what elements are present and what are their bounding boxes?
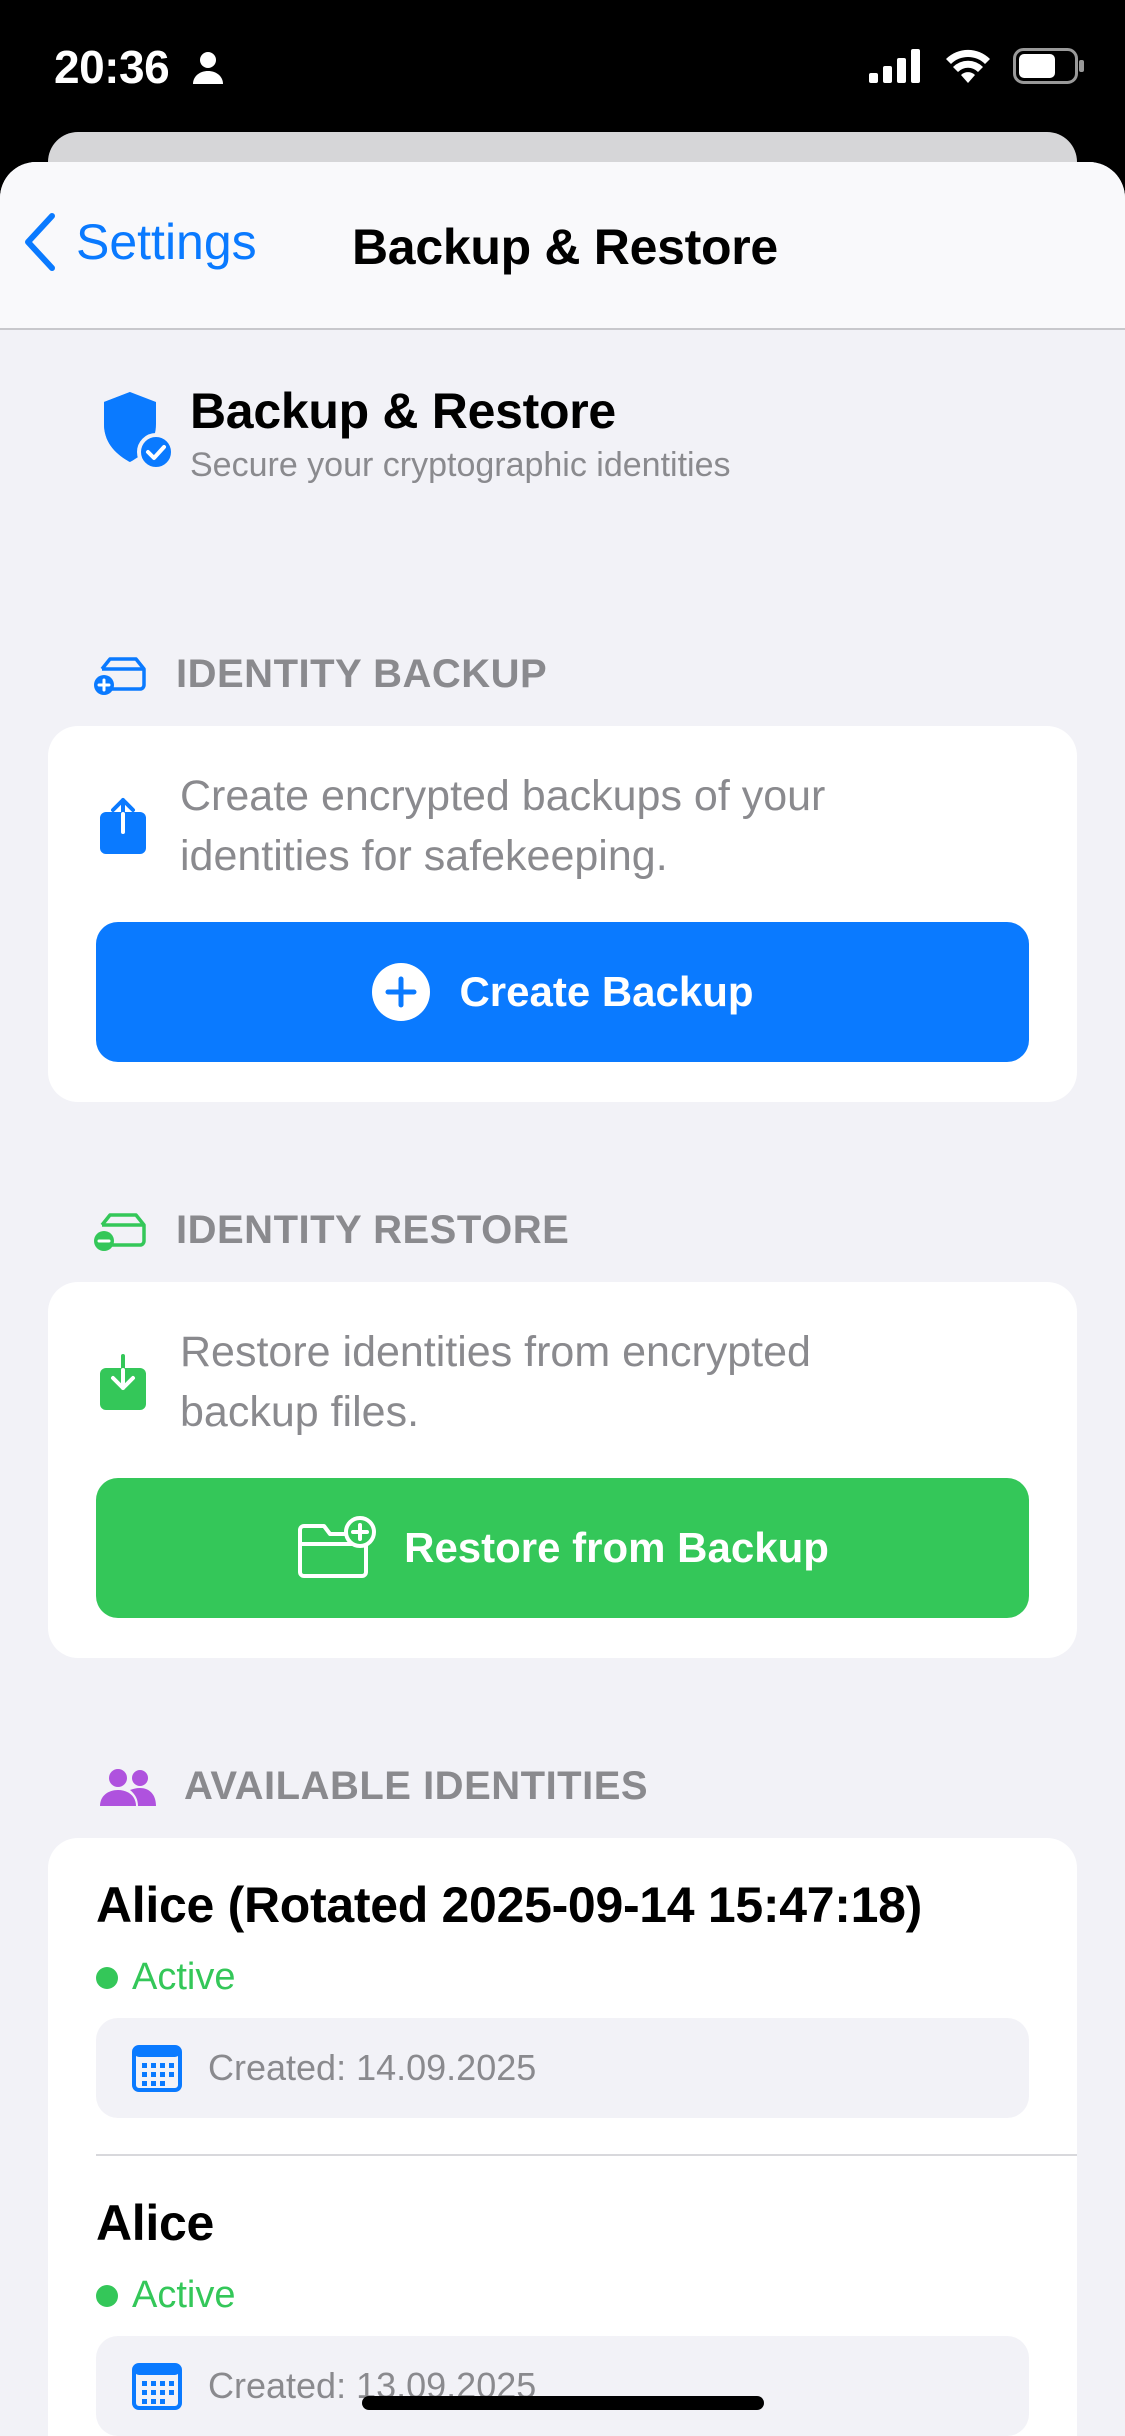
identity-created: Created: 14.09.2025 (96, 2018, 1029, 2118)
identities-list: Alice (Rotated 2025-09-14 15:47:18) Acti… (48, 1838, 1077, 2436)
back-button-label: Settings (76, 214, 257, 270)
identity-status-label: Active (132, 1956, 236, 1998)
active-status-dot (96, 1966, 118, 1989)
restore-description: Restore identities from encrypted backup… (180, 1328, 811, 1436)
restore-from-backup-label: Restore from Backup (404, 1524, 829, 1571)
identity-name: Alice (Rotated 2025-09-14 15:47:18) (96, 1877, 922, 1933)
identity-name: Alice (96, 2195, 215, 2251)
wifi-icon (946, 49, 990, 83)
header-title: Backup & Restore (190, 383, 616, 439)
backup-restore-sheet: Settings Backup & Restore Backup & Resto… (0, 162, 1125, 2436)
restore-card: Restore identities from encrypted backup… (48, 1282, 1077, 1658)
restore-description-row: Restore identities from encrypted backup… (100, 1322, 960, 1442)
status-time: 20:36 (54, 41, 170, 93)
identity-status-label: Active (132, 2274, 236, 2316)
identity-row[interactable]: Alice (Rotated 2025-09-14 15:47:18) Acti… (48, 1838, 1077, 2156)
backup-description-row: Create encrypted backups of your identit… (100, 766, 960, 886)
backup-card: Create encrypted backups of your identit… (48, 726, 1077, 1102)
restore-from-backup-button[interactable]: Restore from Backup (96, 1478, 1029, 1618)
active-status-dot (96, 2284, 118, 2307)
back-button[interactable]: Settings (22, 212, 257, 272)
folder-add-icon (298, 1516, 377, 1578)
section-label-restore: IDENTITY RESTORE (176, 1208, 570, 1252)
section-header-restore: IDENTITY RESTORE (92, 1208, 569, 1253)
create-backup-button[interactable]: Create Backup (96, 922, 1029, 1062)
identity-status: Active (96, 2274, 235, 2317)
section-label-backup: IDENTITY BACKUP (176, 652, 548, 696)
nav-title: Backup & Restore (352, 219, 778, 275)
people-icon (100, 1768, 156, 1806)
calendar-icon (132, 2045, 182, 2092)
header-subtitle: Secure your cryptographic identities (190, 446, 731, 484)
calendar-icon (132, 2363, 182, 2410)
battery-icon (1013, 48, 1084, 84)
square-arrow-down-icon (100, 1354, 146, 1410)
navigation-bar: Settings Backup & Restore (0, 162, 1125, 330)
identity-created-label: Created: 14.09.2025 (208, 2047, 537, 2088)
square-arrow-up-icon (100, 798, 146, 854)
identity-row[interactable]: Alice Active Created: 13.09.2025 (48, 2156, 1077, 2436)
chevron-left-icon (25, 213, 55, 271)
identity-status: Active (96, 1956, 235, 1999)
section-header-identities: AVAILABLE IDENTITIES (100, 1764, 648, 1809)
shield-checkmark-icon (104, 392, 174, 470)
section-label-identities: AVAILABLE IDENTITIES (184, 1764, 649, 1808)
status-indicators (869, 48, 1085, 84)
cellular-signal-icon (869, 49, 920, 83)
identity-created: Created: 13.09.2025 (96, 2336, 1029, 2436)
person-icon (193, 52, 223, 84)
external-drive-add-icon (94, 656, 146, 695)
status-bar: 20:36 (0, 0, 1125, 140)
backup-description: Create encrypted backups of your identit… (180, 772, 826, 880)
section-header-backup: IDENTITY BACKUP (92, 652, 547, 697)
external-drive-remove-icon (94, 1212, 146, 1251)
home-indicator[interactable] (362, 2396, 764, 2410)
plus-circle-icon (372, 963, 431, 1021)
create-backup-label: Create Backup (459, 968, 754, 1015)
